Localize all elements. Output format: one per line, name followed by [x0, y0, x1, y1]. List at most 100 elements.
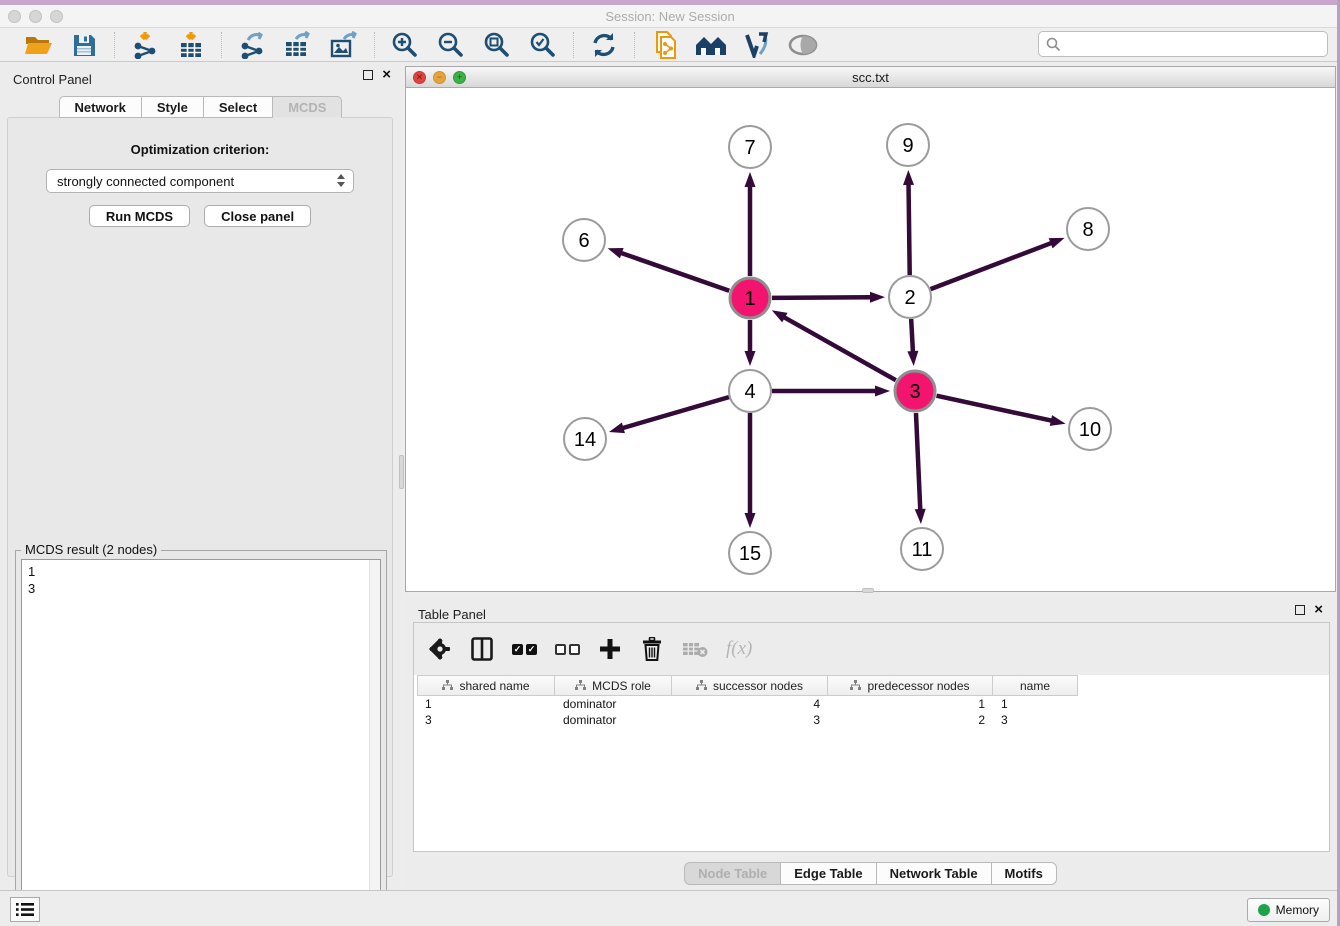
- attribute-type-icon: [850, 680, 861, 691]
- delete-column-icon[interactable]: [640, 635, 664, 663]
- graph-edge-1-6[interactable]: [621, 253, 729, 291]
- run-mcds-button[interactable]: Run MCDS: [89, 205, 190, 227]
- tab-style[interactable]: Style: [142, 96, 204, 118]
- graph-node-label-6: 6: [578, 230, 589, 252]
- memory-status-icon: [1258, 904, 1270, 916]
- show-hide-panels-icon[interactable]: [787, 30, 819, 60]
- graph-edge-arrowhead: [745, 513, 756, 528]
- graph-edge-2-3[interactable]: [911, 319, 913, 352]
- result-scrollbar[interactable]: [369, 560, 380, 924]
- column-header-successor-nodes[interactable]: successor nodes: [672, 675, 828, 696]
- attribute-type-icon: [575, 680, 586, 691]
- panel-splitter-handle[interactable]: [399, 455, 404, 489]
- window-title: Session: New Session: [0, 9, 1340, 24]
- close-table-panel-icon[interactable]: ×: [1314, 605, 1323, 615]
- float-table-panel-icon[interactable]: [1295, 605, 1305, 615]
- graph-edge-arrowhead: [870, 292, 885, 303]
- graph-edge-4-14[interactable]: [622, 397, 728, 428]
- graph-node-label-4: 4: [744, 381, 755, 403]
- table-row[interactable]: 3 dominator 3 2 3: [417, 712, 1078, 728]
- graph-edge-3-10[interactable]: [936, 396, 1051, 421]
- network-window-title: scc.txt: [406, 70, 1335, 85]
- column-header-name[interactable]: name: [993, 675, 1078, 696]
- control-panel: Control Panel × Network Style Select MCD…: [0, 62, 401, 890]
- graph-edge-arrowhead: [907, 351, 918, 366]
- home-icon[interactable]: [695, 30, 727, 60]
- column-header-mcds-role[interactable]: MCDS role: [555, 675, 672, 696]
- graph-edge-3-1[interactable]: [784, 317, 896, 380]
- delete-table-icon[interactable]: [682, 635, 708, 663]
- table-settings-icon[interactable]: [428, 635, 452, 663]
- export-table-icon[interactable]: [282, 30, 314, 60]
- view-splitter-handle[interactable]: [862, 588, 874, 593]
- mcds-result-groupbox: MCDS result (2 nodes) 1 3: [15, 550, 387, 926]
- split-view-icon[interactable]: [470, 635, 494, 663]
- graph-node-label-10: 10: [1079, 419, 1101, 441]
- graph-edge-arrowhead: [1050, 415, 1066, 426]
- graph-edge-arrowhead: [915, 509, 926, 524]
- zoom-selected-icon[interactable]: [527, 30, 559, 60]
- graph-edge-arrowhead: [608, 248, 624, 258]
- mcds-result-textarea[interactable]: 1 3: [21, 559, 381, 925]
- column-header-shared-name[interactable]: shared name: [417, 675, 555, 696]
- refresh-icon[interactable]: [588, 30, 620, 60]
- zoom-out-icon[interactable]: [435, 30, 467, 60]
- copy-style-icon[interactable]: [649, 30, 681, 60]
- export-network-icon[interactable]: [236, 30, 268, 60]
- table-header-row: shared name MCDS role successor nodes pr…: [417, 675, 1078, 696]
- table-tabs: Node Table Edge Table Network Table Moti…: [405, 862, 1336, 885]
- float-panel-icon[interactable]: [363, 70, 373, 80]
- tab-network-table[interactable]: Network Table: [877, 862, 992, 885]
- zoom-fit-icon[interactable]: [481, 30, 513, 60]
- deselect-all-columns-icon[interactable]: [555, 635, 580, 663]
- open-session-icon[interactable]: [22, 30, 54, 60]
- graph-node-label-9: 9: [902, 135, 913, 157]
- tab-network[interactable]: Network: [59, 96, 142, 118]
- graph-edge-1-2[interactable]: [772, 297, 871, 298]
- status-bar: Memory: [0, 890, 1340, 926]
- tab-mcds[interactable]: MCDS: [273, 96, 342, 118]
- network-window-titlebar[interactable]: ✕ − + scc.txt: [406, 67, 1335, 88]
- import-network-icon[interactable]: [129, 30, 161, 60]
- column-header-predecessor-nodes[interactable]: predecessor nodes: [828, 675, 993, 696]
- import-table-icon[interactable]: [175, 30, 207, 60]
- graph-edge-arrowhead: [875, 386, 890, 397]
- graph-edge-arrowhead: [745, 172, 756, 187]
- graph-edge-2-8[interactable]: [931, 243, 1052, 289]
- memory-button[interactable]: Memory: [1247, 898, 1330, 922]
- tab-node-table[interactable]: Node Table: [684, 862, 781, 885]
- optimization-criterion-label: Optimization criterion:: [8, 142, 392, 157]
- vizmapper-icon[interactable]: [741, 30, 773, 60]
- dropdown-stepper-icon: [337, 174, 345, 187]
- zoom-in-icon[interactable]: [389, 30, 421, 60]
- network-view-window: ✕ − + scc.txt 7968124314101511: [405, 66, 1336, 592]
- tab-select[interactable]: Select: [204, 96, 273, 118]
- graph-edge-arrowhead: [745, 351, 756, 366]
- tab-motifs[interactable]: Motifs: [992, 862, 1057, 885]
- add-column-icon[interactable]: [598, 635, 622, 663]
- graph-edge-arrowhead: [1049, 238, 1065, 248]
- select-all-columns-icon[interactable]: ✓✓: [512, 635, 537, 663]
- table-row[interactable]: 1 dominator 4 1 1: [417, 696, 1078, 712]
- close-panel-icon[interactable]: ×: [382, 70, 391, 80]
- close-panel-button[interactable]: Close panel: [204, 205, 311, 227]
- attribute-type-icon: [696, 680, 707, 691]
- tab-edge-table[interactable]: Edge Table: [781, 862, 876, 885]
- graph-edge-2-9[interactable]: [909, 184, 910, 275]
- search-input[interactable]: [1066, 37, 1320, 52]
- graph-edge-3-11[interactable]: [916, 413, 920, 510]
- optimization-criterion-dropdown[interactable]: strongly connected component: [46, 169, 354, 193]
- graph-node-label-8: 8: [1082, 219, 1093, 241]
- graph-node-label-1: 1: [744, 288, 755, 310]
- save-session-icon[interactable]: [68, 30, 100, 60]
- mcds-panel: Optimization criterion: strongly connect…: [7, 117, 393, 877]
- graph-node-label-15: 15: [739, 543, 761, 565]
- graph-node-label-2: 2: [904, 287, 915, 309]
- task-history-button[interactable]: [10, 897, 40, 922]
- list-icon: [16, 902, 34, 917]
- function-builder-icon[interactable]: f(x): [726, 635, 752, 663]
- search-box[interactable]: [1038, 31, 1328, 57]
- attribute-type-icon: [442, 680, 453, 691]
- export-image-icon[interactable]: [328, 30, 360, 60]
- network-canvas[interactable]: 7968124314101511: [406, 88, 1335, 591]
